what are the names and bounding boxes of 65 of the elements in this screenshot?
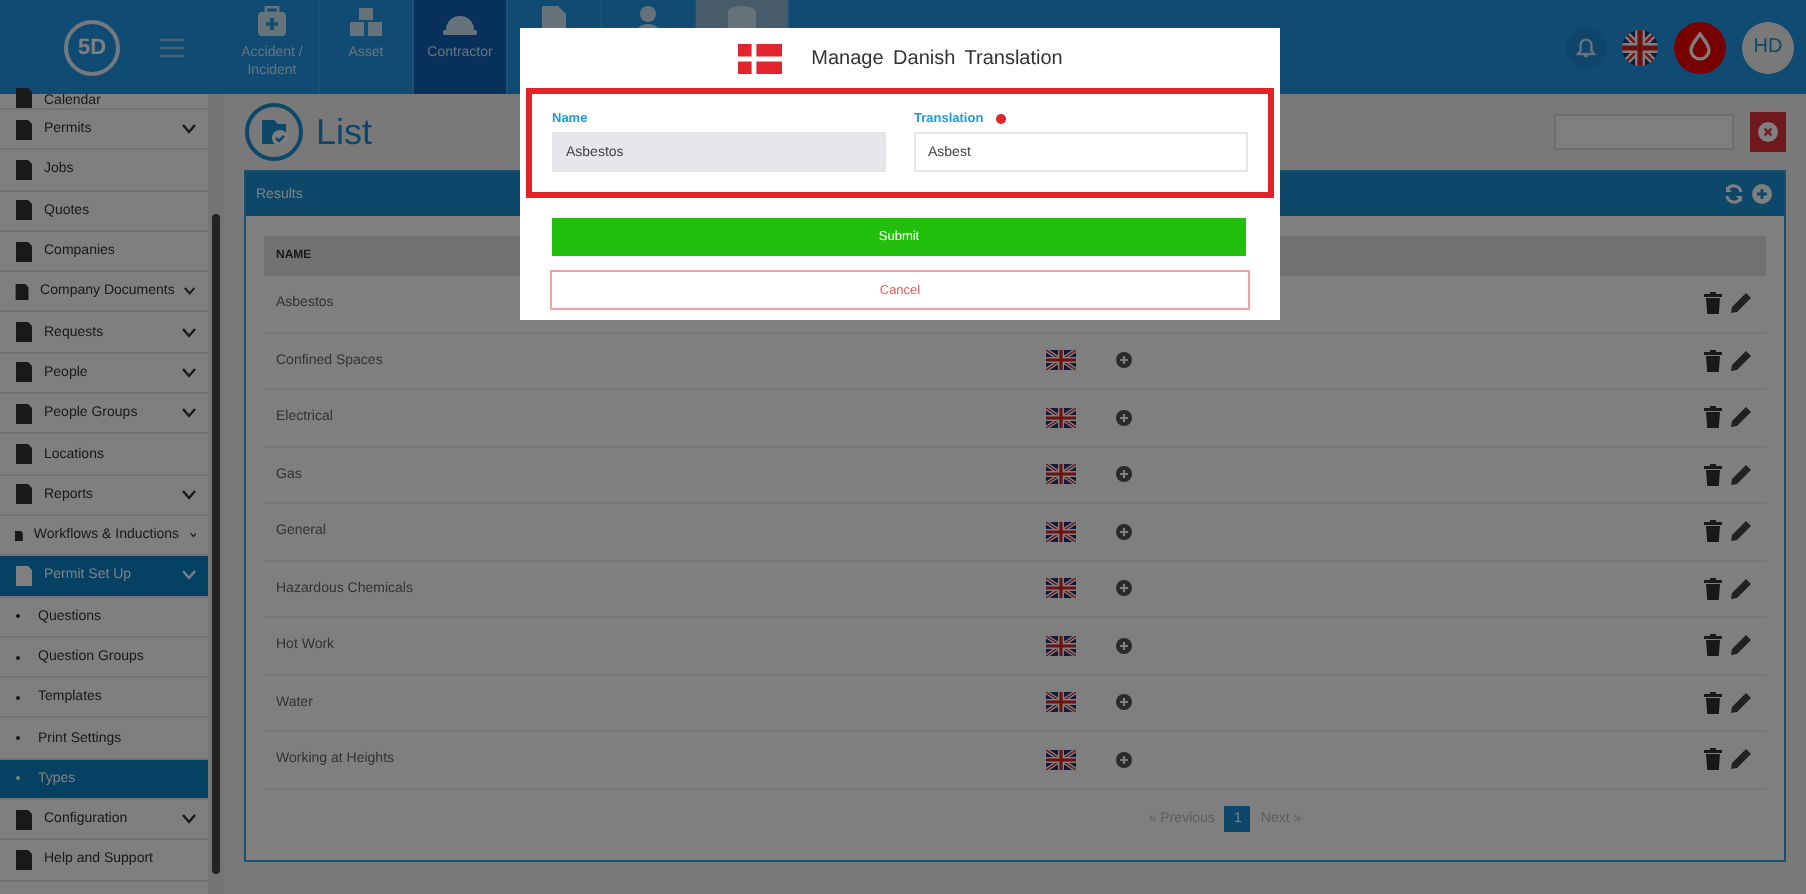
- close-icon: [1758, 122, 1778, 142]
- document-icon: [14, 241, 34, 262]
- uk-flag-icon[interactable]: [1046, 350, 1076, 371]
- uk-flag-icon[interactable]: [1046, 521, 1076, 542]
- trash-icon[interactable]: [1704, 349, 1722, 372]
- document-icon: [14, 362, 34, 383]
- document-icon: [14, 484, 34, 505]
- trash-icon[interactable]: [1704, 463, 1722, 486]
- pencil-icon[interactable]: [1730, 577, 1752, 600]
- scrollbar[interactable]: [208, 94, 224, 894]
- add-icon[interactable]: [1752, 184, 1772, 204]
- chevron-down-icon: [182, 408, 196, 419]
- chevron-down-icon: [182, 124, 196, 135]
- pencil-icon[interactable]: [1730, 406, 1752, 429]
- document-icon: [14, 281, 31, 302]
- document-icon: [14, 200, 34, 221]
- document-icon: [14, 525, 24, 546]
- document-icon: [14, 565, 34, 586]
- page-title: List: [316, 111, 373, 153]
- trash-icon[interactable]: [1704, 406, 1722, 429]
- logo[interactable]: 5D: [64, 19, 120, 75]
- user-avatar[interactable]: HD: [1742, 21, 1794, 73]
- uk-flag-icon[interactable]: [1046, 578, 1076, 599]
- trash-icon[interactable]: [1704, 520, 1722, 543]
- document-icon: [14, 444, 34, 465]
- uk-flag-icon[interactable]: [1046, 635, 1076, 656]
- pencil-icon[interactable]: [1730, 634, 1752, 657]
- pencil-icon[interactable]: [1730, 691, 1752, 714]
- document-icon: [14, 403, 34, 424]
- dialog-title: Manage Danish Translation: [811, 47, 1063, 69]
- boxes-icon: [348, 6, 384, 38]
- document-icon: [14, 809, 34, 830]
- chevron-down-icon: [182, 367, 196, 378]
- chevron-down-icon: [182, 327, 196, 338]
- uk-flag-icon[interactable]: [1046, 749, 1076, 770]
- medkit-icon: [254, 6, 290, 38]
- trash-icon[interactable]: [1704, 577, 1722, 600]
- pencil-icon[interactable]: [1730, 349, 1752, 372]
- uk-flag-icon[interactable]: [1046, 692, 1076, 713]
- danish-flag-icon: [737, 43, 782, 73]
- pencil-icon[interactable]: [1730, 463, 1752, 486]
- document-icon: [14, 159, 34, 180]
- drop-icon[interactable]: [1674, 21, 1726, 73]
- trash-icon[interactable]: [1704, 691, 1722, 714]
- document-icon: [14, 322, 34, 343]
- uk-flag-icon[interactable]: [1046, 407, 1076, 428]
- clear-button[interactable]: [1750, 112, 1786, 152]
- trash-icon[interactable]: [1704, 748, 1722, 771]
- trash-icon[interactable]: [1704, 292, 1722, 315]
- chevron-down-icon: [182, 814, 196, 825]
- pencil-icon[interactable]: [1730, 520, 1752, 543]
- uk-flag-icon[interactable]: [1046, 464, 1076, 485]
- document-icon: [14, 119, 34, 140]
- refresh-icon[interactable]: [1724, 184, 1744, 204]
- uk-flag-icon[interactable]: [1622, 29, 1658, 65]
- chevron-down-icon: [184, 286, 196, 297]
- folder-check-icon: [244, 102, 304, 162]
- chevron-down-icon: [182, 489, 196, 500]
- trash-icon[interactable]: [1704, 634, 1722, 657]
- document-icon: [14, 88, 34, 108]
- document-icon: [14, 849, 34, 870]
- bell-icon[interactable]: [1566, 27, 1606, 67]
- pencil-icon[interactable]: [1730, 748, 1752, 771]
- chevron-down-icon: [182, 570, 196, 581]
- pencil-icon[interactable]: [1730, 292, 1752, 315]
